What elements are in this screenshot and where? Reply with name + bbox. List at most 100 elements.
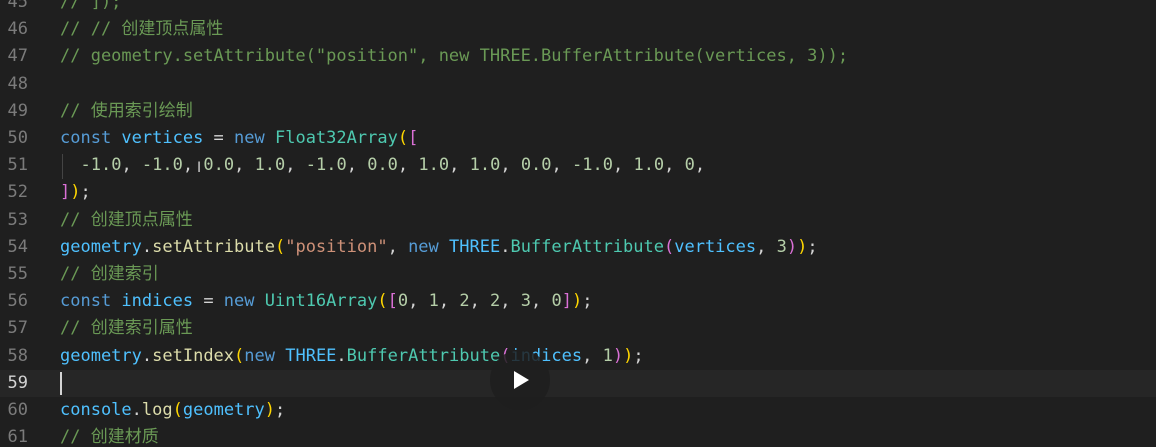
code-text: // 创建索引属性 (60, 315, 193, 342)
code-token: ( (234, 345, 245, 366)
code-line[interactable]: 57 // 创建索引属性 (0, 315, 1156, 342)
code-line[interactable]: 45 // ]); (0, 0, 1156, 16)
code-token: ) (572, 291, 583, 312)
play-icon (514, 371, 529, 389)
line-number: 60 (7, 400, 28, 420)
code-token: // 创建索引 (60, 264, 159, 284)
code-token: vertices (121, 128, 204, 148)
code-token: , (500, 291, 521, 312)
code-token: THREE (285, 345, 337, 366)
code-text: const vertices = new Float32Array([ (60, 125, 418, 152)
code-token: ( (377, 291, 388, 312)
code-token: 1.0 (633, 155, 665, 176)
play-button[interactable] (490, 350, 550, 410)
code-token: ; (633, 345, 644, 366)
code-token: setIndex (152, 345, 235, 366)
text-caret (60, 371, 62, 395)
code-text: // 使用索引绘制 (60, 98, 193, 125)
code-token: indices (121, 291, 194, 312)
code-token: 0 (684, 155, 695, 176)
code-token: // 使用索引绘制 (60, 100, 193, 121)
code-token: [ (408, 128, 419, 148)
line-number: 48 (7, 73, 28, 94)
code-line[interactable]: 59 (0, 369, 1156, 397)
code-token: = (193, 291, 224, 312)
code-token: // ]); (60, 0, 122, 12)
code-token: // 创建顶点属性 (60, 209, 193, 230)
code-token: console (60, 400, 132, 420)
code-token: // 创建索引属性 (60, 318, 193, 339)
code-token: , (551, 155, 573, 176)
code-token: const (60, 128, 122, 148)
code-token: ( (172, 400, 183, 420)
code-token: , (694, 155, 706, 176)
line-number: 58 (7, 345, 28, 366)
code-token: ; (807, 236, 818, 257)
code-token: ] (60, 182, 71, 203)
code-line[interactable]: 60 console.log(geometry); (0, 397, 1156, 424)
code-token: ; (275, 400, 286, 420)
code-token: Float32Array (274, 128, 398, 148)
code-token: . (141, 345, 153, 366)
code-token: . (336, 345, 347, 366)
code-token: 0.0 (203, 155, 235, 176)
code-token: ] (561, 291, 573, 312)
code-line[interactable]: 55 // 创建索引 (0, 261, 1156, 288)
code-line[interactable]: 54 geometry.setAttribute("position", new … (0, 234, 1156, 261)
code-token: 1.0 (469, 155, 501, 176)
code-token: "position" (285, 236, 388, 257)
code-token: // // 创建顶点属性 (60, 19, 224, 40)
code-line[interactable]: 51 -1.0, -1.0, 0.0, 1.0, -1.0, 0.0, 1.0,… (0, 152, 1156, 180)
code-line[interactable]: 49 // 使用索引绘制 (0, 98, 1156, 125)
code-line[interactable]: 46 // // 创建顶点属性 (0, 16, 1156, 43)
code-text: console.log(geometry); (60, 397, 285, 424)
code-token: ) (786, 236, 798, 257)
code-token: 3 (776, 236, 787, 257)
code-token: 0 (551, 291, 562, 312)
code-line[interactable]: 50 const vertices = new Float32Array([ (0, 125, 1156, 152)
code-line[interactable]: 56 const indices = new Uint16Array([0, 1,… (0, 288, 1156, 315)
code-token: 3 (520, 291, 532, 312)
code-line[interactable]: 52]); (0, 179, 1156, 206)
code-text: geometry.setAttribute("position", new TH… (60, 234, 818, 261)
code-text: const indices = new Uint16Array([0, 1, 2… (60, 288, 593, 315)
code-token: , (234, 155, 255, 176)
code-editor[interactable]: 45 // ]); 46 // // 创建顶点属性 47 // geometry.setA… (0, 0, 1156, 447)
code-token: new (234, 128, 275, 148)
code-line[interactable]: 61 // 创建材质 (0, 424, 1156, 447)
code-token: -1.0 (572, 155, 613, 176)
code-token: 1 (602, 345, 613, 366)
line-number: 56 (7, 291, 28, 312)
code-token: -1.0 (305, 155, 347, 176)
line-number: 49 (7, 100, 28, 121)
code-line[interactable]: 53 // 创建顶点属性 (0, 207, 1156, 234)
code-token: geometry (60, 345, 142, 366)
code-token: log (141, 400, 173, 420)
code-token: , (346, 155, 368, 176)
code-text: // 创建材质 (60, 424, 159, 447)
code-token: . (500, 236, 511, 257)
code-token: 0 (397, 291, 409, 312)
code-token: 2 (459, 291, 470, 312)
code-token: , (469, 291, 491, 312)
code-token: , (612, 155, 634, 176)
code-line[interactable]: 58 geometry.setIndex(new THREE.BufferAttr… (0, 343, 1156, 370)
code-token: new (408, 236, 450, 257)
code-line[interactable]: 48 (0, 71, 1156, 98)
code-line[interactable]: 47 // geometry.setAttribute("position", n… (0, 43, 1156, 70)
code-token: new (223, 291, 265, 312)
code-token: vertices (674, 236, 757, 257)
code-token: 0.0 (520, 155, 552, 176)
line-number: 45 (7, 0, 28, 12)
code-token: setAttribute (152, 236, 275, 257)
code-text: // // 创建顶点属性 (60, 16, 223, 43)
code-token: , (397, 155, 419, 176)
line-number: 52 (7, 182, 28, 203)
line-number: 51 (7, 155, 28, 176)
code-token: , (438, 291, 460, 312)
code-text: // geometry.setAttribute("position", new… (60, 43, 848, 70)
code-token: Uint16Array (264, 291, 378, 312)
line-number: 57 (7, 318, 28, 339)
code-token: ; (582, 291, 593, 312)
code-text: -1.0, -1.0, 0.0, 1.0, -1.0, 0.0, 1.0, 1.… (60, 152, 705, 179)
